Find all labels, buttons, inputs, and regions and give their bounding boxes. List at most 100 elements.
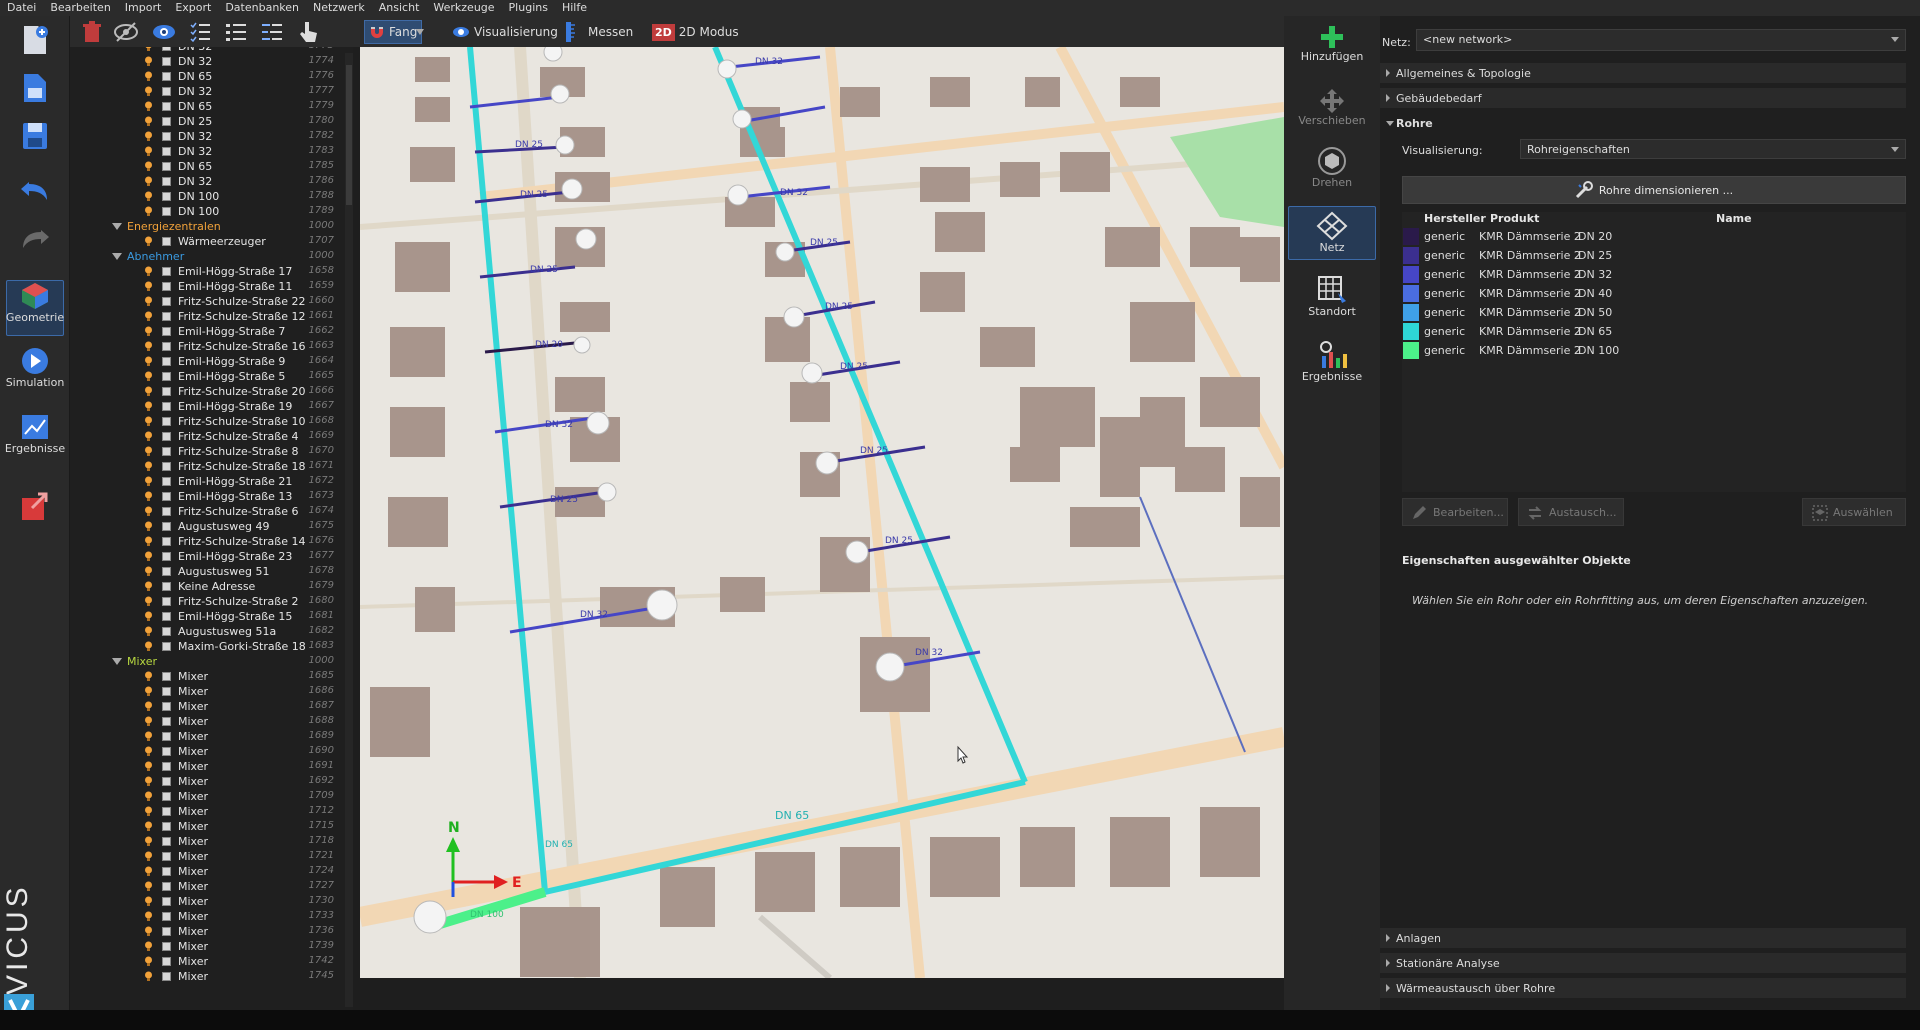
undo-button[interactable] (6, 176, 64, 210)
visibility-checkbox[interactable] (162, 372, 171, 381)
visibility-checkbox[interactable] (162, 87, 171, 96)
visibility-checkbox[interactable] (162, 822, 171, 831)
lightbulb-icon[interactable] (144, 761, 153, 772)
lightbulb-icon[interactable] (144, 71, 153, 82)
2d-modus-button[interactable]: 2D 2D Modus (648, 20, 743, 44)
tree-item[interactable]: Fritz-Schulze-Straße 4 1669 (70, 429, 342, 444)
fang-dropdown[interactable] (416, 20, 426, 44)
lightbulb-icon[interactable] (144, 146, 153, 157)
tree-item[interactable]: Augustusweg 49 1675 (70, 519, 342, 534)
lightbulb-icon[interactable] (144, 386, 153, 397)
standort-button[interactable]: Standort (1288, 271, 1376, 325)
visibility-checkbox[interactable] (162, 267, 171, 276)
tree-item[interactable]: DN 32 1786 (70, 174, 342, 189)
visibility-checkbox[interactable] (162, 807, 171, 816)
visibility-checkbox[interactable] (162, 537, 171, 546)
pipe-table-row[interactable]: generic KMR Dämmserie 2 DN 50 (1402, 303, 1906, 322)
visualisierung-select[interactable]: Rohreigenschaften (1520, 139, 1906, 159)
lightbulb-icon[interactable] (144, 431, 153, 442)
lightbulb-icon[interactable] (144, 161, 153, 172)
visibility-checkbox[interactable] (162, 297, 171, 306)
tree-item[interactable]: DN 100 1789 (70, 204, 342, 219)
lightbulb-icon[interactable] (144, 581, 153, 592)
visibility-checkbox[interactable] (162, 102, 171, 111)
tree-item[interactable]: DN 65 1779 (70, 99, 342, 114)
lightbulb-icon[interactable] (144, 47, 153, 52)
visibility-checkbox[interactable] (162, 477, 171, 486)
lightbulb-icon[interactable] (144, 791, 153, 802)
visualisierung-button[interactable]: Visualisierung (448, 20, 562, 44)
lightbulb-icon[interactable] (144, 956, 153, 967)
visibility-checkbox[interactable] (162, 747, 171, 756)
tree-item[interactable]: Emil-Högg-Straße 15 1681 (70, 609, 342, 624)
lightbulb-icon[interactable] (144, 851, 153, 862)
tree-item[interactable]: DN 65 1785 (70, 159, 342, 174)
lightbulb-icon[interactable] (144, 296, 153, 307)
visibility-checkbox[interactable] (162, 717, 171, 726)
tree-item[interactable]: Emil-Högg-Straße 13 1673 (70, 489, 342, 504)
visibility-checkbox[interactable] (162, 612, 171, 621)
tree-item[interactable]: Fritz-Schulze-Straße 14 1676 (70, 534, 342, 549)
lightbulb-icon[interactable] (144, 476, 153, 487)
tree-item[interactable]: Augustusweg 51 1678 (70, 564, 342, 579)
tree-item[interactable]: DN 32 1773 (70, 47, 342, 54)
tree-item[interactable]: Maxim-Gorki-Straße 18 1683 (70, 639, 342, 654)
tree-item[interactable]: Fritz-Schulze-Straße 10 1668 (70, 414, 342, 429)
visibility-checkbox[interactable] (162, 327, 171, 336)
lightbulb-icon[interactable] (144, 941, 153, 952)
visibility-checkbox[interactable] (162, 777, 171, 786)
auswaehlen-button[interactable]: Auswählen (1802, 498, 1906, 526)
visibility-checkbox[interactable] (162, 882, 171, 891)
lightbulb-icon[interactable] (144, 626, 153, 637)
visibility-checkbox[interactable] (162, 147, 171, 156)
pipe-table-row[interactable]: generic KMR Dämmserie 2 DN 40 (1402, 284, 1906, 303)
lightbulb-icon[interactable] (144, 731, 153, 742)
visibility-checkbox[interactable] (162, 387, 171, 396)
menu-bearbeiten[interactable]: Bearbeiten (43, 0, 117, 16)
visibility-checkbox[interactable] (162, 672, 171, 681)
lightbulb-icon[interactable] (144, 56, 153, 67)
visibility-checkbox[interactable] (162, 942, 171, 951)
drehen-button[interactable]: Drehen (1288, 142, 1376, 196)
lightbulb-icon[interactable] (144, 821, 153, 832)
visibility-checkbox[interactable] (162, 852, 171, 861)
section-stationaer[interactable]: Stationäre Analyse (1380, 953, 1906, 973)
tree-item[interactable]: Emil-Högg-Straße 17 1658 (70, 264, 342, 279)
tree-item[interactable]: Mixer 1685 (70, 669, 342, 684)
visibility-checkbox[interactable] (162, 57, 171, 66)
lightbulb-icon[interactable] (144, 191, 153, 202)
visibility-checkbox[interactable] (162, 837, 171, 846)
lightbulb-icon[interactable] (144, 671, 153, 682)
pipe-table-row[interactable]: generic KMR Dämmserie 2 DN 20 (1402, 227, 1906, 246)
netz-button[interactable]: Netz (1288, 206, 1376, 260)
lightbulb-icon[interactable] (144, 746, 153, 757)
visibility-checkbox[interactable] (162, 417, 171, 426)
tree-item[interactable]: Mixer 1691 (70, 759, 342, 774)
lightbulb-icon[interactable] (144, 491, 153, 502)
section-rohre[interactable]: Rohre (1380, 113, 1906, 133)
tree-item[interactable]: Mixer 1733 (70, 909, 342, 924)
tree-group-energiezentralen[interactable]: Energiezentralen 1000 (70, 219, 342, 234)
tree-item[interactable]: DN 100 1788 (70, 189, 342, 204)
visibility-checkbox[interactable] (162, 597, 171, 606)
visibility-checkbox[interactable] (162, 582, 171, 591)
visibility-checkbox[interactable] (162, 447, 171, 456)
visibility-checkbox[interactable] (162, 402, 171, 411)
visibility-checkbox[interactable] (162, 627, 171, 636)
lightbulb-icon[interactable] (144, 101, 153, 112)
visibility-checkbox[interactable] (162, 792, 171, 801)
lightbulb-icon[interactable] (144, 776, 153, 787)
lightbulb-icon[interactable] (144, 716, 153, 727)
visibility-checkbox[interactable] (162, 432, 171, 441)
visibility-checkbox[interactable] (162, 972, 171, 981)
visibility-checkbox[interactable] (162, 312, 171, 321)
menu-datenbanken[interactable]: Datenbanken (218, 0, 306, 16)
visibility-checkbox[interactable] (162, 342, 171, 351)
lightbulb-icon[interactable] (144, 281, 153, 292)
visibility-checkbox[interactable] (162, 507, 171, 516)
pipe-table-row[interactable]: generic KMR Dämmserie 2 DN 32 (1402, 265, 1906, 284)
redo-button[interactable] (6, 224, 64, 258)
visibility-checkbox[interactable] (162, 732, 171, 741)
delete-icon[interactable] (80, 20, 104, 44)
tree-item[interactable]: Mixer 1724 (70, 864, 342, 879)
